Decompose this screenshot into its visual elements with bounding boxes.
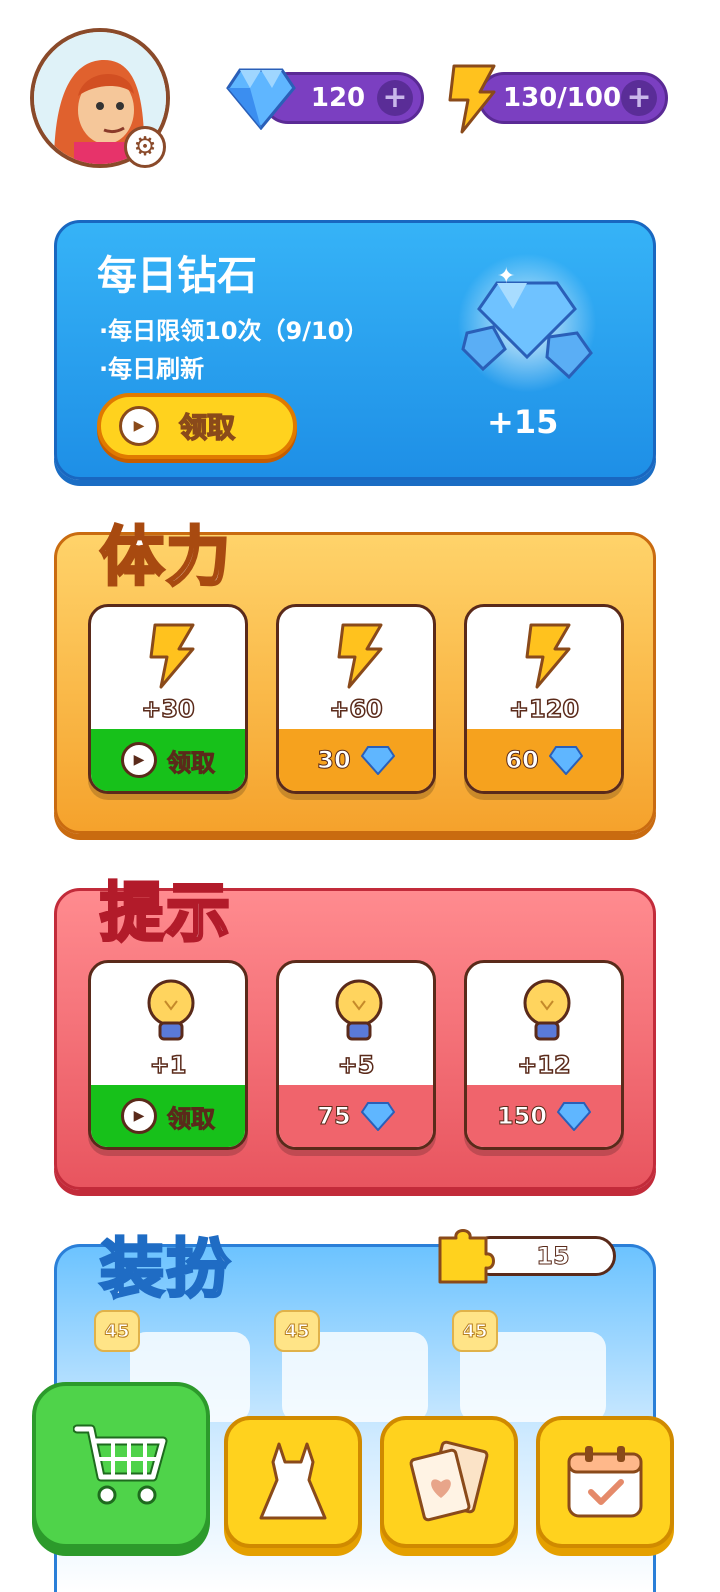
lightning-icon xyxy=(525,623,571,689)
dressup-nav-button[interactable] xyxy=(224,1416,362,1548)
daily-gems-title: 每日钻石 xyxy=(97,253,257,299)
hint-card-12[interactable]: +12 150 xyxy=(464,960,624,1150)
daily-gems-panel: 每日钻石 ·每日限领10次（9/10） ·每日刷新 ▶ 领取 ✦ +15 xyxy=(54,220,656,480)
gem-icon xyxy=(548,746,583,775)
hint-card-free[interactable]: +1 ▶ 领取 xyxy=(88,960,248,1150)
stamina-card-120[interactable]: +120 60 xyxy=(464,604,624,794)
shop-nav-button[interactable] xyxy=(32,1382,210,1548)
daily-limit-text: ·每日限领10次（9/10） xyxy=(99,317,369,345)
add-energy-button[interactable]: + xyxy=(621,80,657,116)
calendar-nav-button[interactable] xyxy=(536,1416,674,1548)
energy-count: 130/100 xyxy=(503,83,622,113)
stamina-amount: +30 xyxy=(140,694,195,724)
hint-card-5[interactable]: +5 75 xyxy=(276,960,436,1150)
daily-refresh-text: ·每日刷新 xyxy=(99,355,205,383)
play-icon: ▶ xyxy=(121,742,157,778)
play-icon: ▶ xyxy=(121,1098,157,1134)
hint-amount: +12 xyxy=(516,1050,571,1080)
cart-icon xyxy=(73,1424,168,1505)
claim-label: 领取 xyxy=(178,410,236,445)
gem-icon xyxy=(360,746,395,775)
hints-title: 提示 xyxy=(99,876,232,953)
collection-nav-button[interactable] xyxy=(380,1416,518,1548)
puzzle-cost-badge: 45 xyxy=(94,1310,140,1352)
claim-daily-gems-button[interactable]: ▶ 领取 xyxy=(97,393,297,459)
bulb-icon xyxy=(335,979,383,1041)
puzzle-icon xyxy=(438,1229,495,1284)
energy-counter: 130/100 + xyxy=(478,72,668,124)
price-label: 60 xyxy=(505,746,539,775)
bulb-icon xyxy=(523,979,571,1041)
gem-icon xyxy=(360,1102,395,1131)
card-icon xyxy=(409,1440,489,1522)
daily-reward-amount: +15 xyxy=(487,403,559,441)
play-icon: ▶ xyxy=(119,406,159,446)
puzzle-cost-badge: 45 xyxy=(452,1310,498,1352)
dress-icon xyxy=(259,1442,327,1520)
hint-amount: +5 xyxy=(337,1050,375,1080)
stamina-buy-button[interactable]: 60 xyxy=(467,729,621,791)
gem-pile-icon: ✦ xyxy=(457,253,597,393)
lightning-icon xyxy=(149,623,195,689)
hint-amount: +1 xyxy=(149,1050,187,1080)
stamina-title: 体力 xyxy=(99,520,232,597)
stamina-claim-button[interactable]: ▶ 领取 xyxy=(91,729,245,791)
add-gems-button[interactable]: + xyxy=(377,80,413,116)
dressup-title: 装扮 xyxy=(99,1232,232,1309)
hint-buy-button[interactable]: 150 xyxy=(467,1085,621,1147)
stamina-card-60[interactable]: +60 30 xyxy=(276,604,436,794)
gem-icon xyxy=(557,1102,592,1131)
stamina-amount: +60 xyxy=(328,694,383,724)
price-label: 30 xyxy=(317,746,351,775)
lightning-icon xyxy=(444,64,498,138)
price-label: 75 xyxy=(317,1102,351,1131)
bulb-icon xyxy=(147,979,195,1041)
hint-buy-button[interactable]: 75 xyxy=(279,1085,433,1147)
gem-icon xyxy=(226,66,296,134)
lightning-icon xyxy=(337,623,383,689)
stamina-buy-button[interactable]: 30 xyxy=(279,729,433,791)
stamina-card-free[interactable]: +30 ▶ 领取 xyxy=(88,604,248,794)
calendar-icon xyxy=(567,1446,643,1518)
stamina-amount: +120 xyxy=(508,694,580,724)
price-label: 150 xyxy=(496,1102,548,1131)
svg-text:✦: ✦ xyxy=(497,264,515,289)
claim-label: 领取 xyxy=(167,748,216,777)
claim-label: 领取 xyxy=(167,1104,216,1133)
hint-claim-button[interactable]: ▶ 领取 xyxy=(91,1085,245,1147)
puzzle-cost-badge: 45 xyxy=(274,1310,320,1352)
gear-icon[interactable]: ⚙ xyxy=(124,126,166,168)
